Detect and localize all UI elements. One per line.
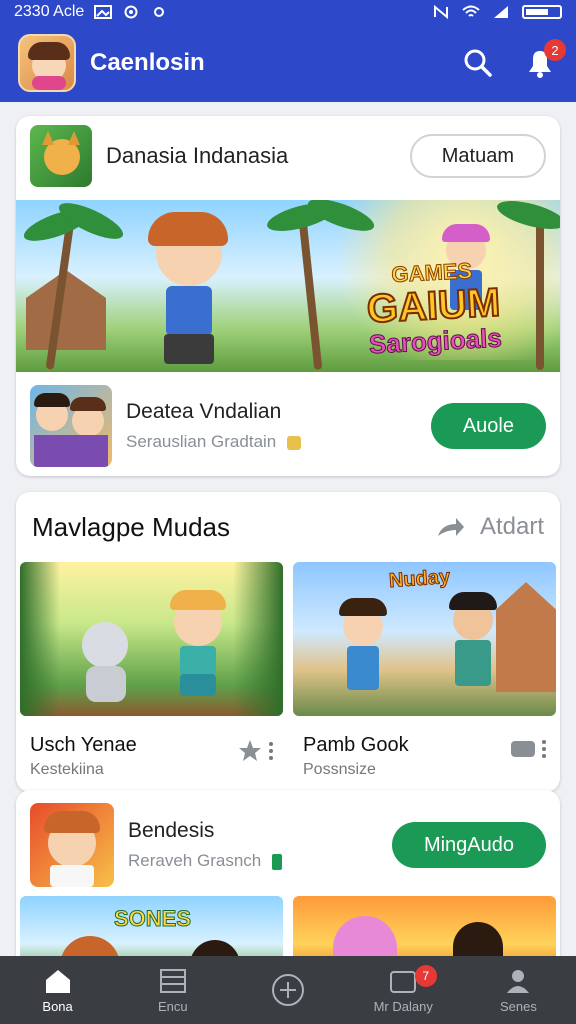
- app-bar: Caenlosin 2: [0, 24, 576, 102]
- signal-icon: [494, 6, 508, 18]
- game-tile[interactable]: Nuday Pamb Gook Possnsize: [293, 562, 556, 779]
- lock-icon: [287, 435, 301, 450]
- add-circle-icon: [272, 974, 304, 1006]
- nav-profile[interactable]: Senes: [461, 967, 576, 1014]
- status-time: 2330 Acle: [14, 3, 85, 20]
- featured-button[interactable]: Matuam: [409, 134, 546, 178]
- nfc-icon: [434, 5, 448, 19]
- recommended-button[interactable]: MingAudo: [391, 822, 546, 868]
- notification-badge: 2: [544, 39, 566, 61]
- more-options-icon[interactable]: [542, 740, 546, 758]
- section-card: Mavlagpe Mudas Atdart Usch Yenae Kesteki…: [16, 492, 560, 792]
- app-avatar[interactable]: [18, 34, 76, 92]
- featured-card: Danasia Indanasia Matuam GAMES GAIUM Sar…: [16, 116, 560, 476]
- preview-overlay-title: SONES: [113, 906, 192, 932]
- star-icon[interactable]: [237, 738, 263, 764]
- home-icon: [45, 969, 70, 993]
- tile-overlay-title: Nuday: [388, 565, 452, 593]
- nav-home[interactable]: Bona: [0, 967, 115, 1014]
- grid-icon: [159, 968, 186, 993]
- game-subtitle: Serauslian Gradtain: [126, 432, 277, 451]
- nav-messages[interactable]: 7 Mr Dalany: [346, 964, 461, 1014]
- game-title: Deatea Vndalian: [126, 400, 282, 423]
- bottom-nav: Bona Encu 7 Mr Dalany Senes: [0, 956, 576, 1024]
- app-title: Caenlosin: [90, 49, 205, 76]
- tile-subtitle: Possnsize: [303, 761, 376, 778]
- image-icon: [94, 5, 113, 19]
- banner-logo: GAMES GAIUM Sarogioals: [364, 257, 503, 360]
- recommended-title: Bendesis: [128, 819, 215, 842]
- settings-icon: [154, 7, 165, 17]
- featured-banner[interactable]: GAMES GAIUM Sarogioals: [16, 200, 560, 372]
- battery-small-icon: [271, 853, 282, 870]
- recommended-card: Bendesis Reraveh Grasnch MingAudo SONES: [16, 790, 560, 970]
- section-action[interactable]: Atdart: [436, 513, 544, 541]
- featured-title: Danasia Indanasia: [106, 143, 289, 168]
- video-icon[interactable]: [510, 738, 536, 760]
- recommended-subtitle: Reraveh Grasnch: [128, 851, 262, 870]
- more-options-icon[interactable]: [269, 742, 273, 760]
- play-button[interactable]: Auole: [430, 403, 546, 449]
- tile-subtitle: Kestekiina: [30, 761, 104, 778]
- status-bar: 2330 Acle: [0, 0, 576, 24]
- person-icon: [507, 969, 530, 993]
- nav-add[interactable]: [230, 972, 345, 1008]
- at-icon: [124, 5, 138, 19]
- game-thumbnail[interactable]: [30, 385, 112, 467]
- search-icon: [464, 49, 492, 77]
- section-title: Mavlagpe Mudas: [32, 511, 230, 542]
- nav-encu[interactable]: Encu: [115, 967, 230, 1014]
- tile-title: Pamb Gook: [303, 734, 409, 756]
- inbox-icon: [390, 970, 417, 993]
- game-tile[interactable]: Usch Yenae Kestekiina: [20, 562, 283, 779]
- featured-thumbnail[interactable]: [30, 125, 92, 187]
- share-arrow-icon: [437, 518, 464, 536]
- tile-title: Usch Yenae: [30, 734, 137, 756]
- notifications-button[interactable]: 2: [522, 39, 566, 81]
- wifi-icon: [462, 5, 480, 17]
- battery-icon: [522, 5, 562, 19]
- recommended-thumbnail[interactable]: [30, 803, 114, 887]
- search-button[interactable]: [460, 45, 496, 81]
- nav-messages-badge: 7: [414, 964, 437, 987]
